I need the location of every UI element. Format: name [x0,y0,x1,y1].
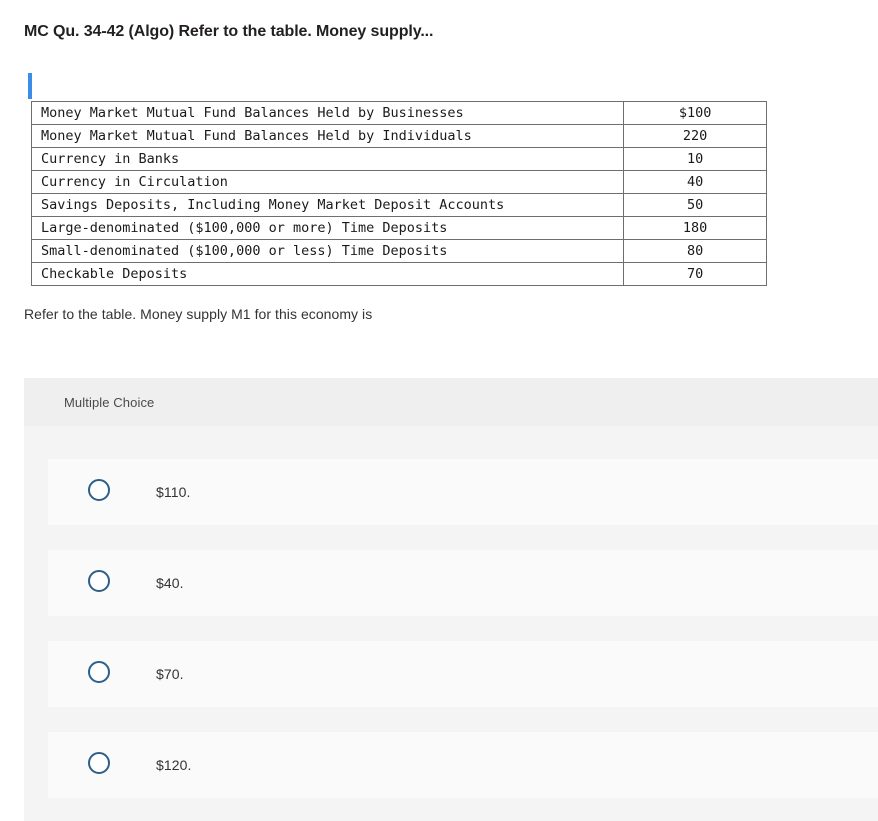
table-cell-label: Money Market Mutual Fund Balances Held b… [30,124,625,148]
answer-panel: Multiple Choice $110. $40. $70. $120. [24,378,878,821]
answer-option-row[interactable]: $70. [48,641,878,707]
answer-option-row[interactable]: $40. [48,550,878,616]
answer-option-row[interactable]: $120. [48,732,878,798]
table-row: Currency in Circulation 40 [30,170,767,194]
table-cell-value: 180 [623,216,767,240]
table-cell-label: Currency in Banks [30,147,625,171]
table-cell-label: Currency in Circulation [30,170,625,194]
table-row: Currency in Banks 10 [30,147,767,171]
answer-option-label: $120. [156,757,192,773]
table-row: Savings Deposits, Including Money Market… [30,193,767,217]
table-row: Checkable Deposits 70 [30,262,767,286]
radio-button-icon[interactable] [88,661,110,683]
radio-button-icon[interactable] [88,570,110,592]
page-title: MC Qu. 34-42 (Algo) Refer to the table. … [24,23,434,40]
table-cell-value: 10 [623,147,767,171]
table-cell-value: 220 [623,124,767,148]
table-cell-label: Savings Deposits, Including Money Market… [30,193,625,217]
table-cell-label: Small-denominated ($100,000 or less) Tim… [30,239,625,263]
radio-button-icon[interactable] [88,479,110,501]
table-cell-value: 40 [623,170,767,194]
table-row: Large-denominated ($100,000 or more) Tim… [30,216,767,240]
table-row: Money Market Mutual Fund Balances Held b… [30,101,767,125]
table-cell-value: 80 [623,239,767,263]
answer-option-label: $70. [156,666,184,682]
table-cell-label: Checkable Deposits [30,262,625,286]
radio-button-icon[interactable] [88,752,110,774]
table-body: Money Market Mutual Fund Balances Held b… [30,101,767,286]
answer-panel-header: Multiple Choice [24,378,878,426]
answer-type-label: Multiple Choice [64,395,155,410]
table-row: Money Market Mutual Fund Balances Held b… [30,124,767,148]
table-row: Small-denominated ($100,000 or less) Tim… [30,239,767,263]
answer-option-label: $110. [156,484,191,500]
table-cell-value: $100 [623,101,767,125]
money-supply-table: Money Market Mutual Fund Balances Held b… [30,101,767,286]
options-list: $110. $40. $70. $120. [48,459,878,821]
table-cell-value: 70 [623,262,767,286]
answer-option-row[interactable]: $110. [48,459,878,525]
question-prompt: Refer to the table. Money supply M1 for … [24,306,373,322]
answer-option-label: $40. [156,575,184,591]
text-caret [28,73,32,99]
table-cell-label: Money Market Mutual Fund Balances Held b… [30,101,625,125]
table-cell-value: 50 [623,193,767,217]
table-cell-label: Large-denominated ($100,000 or more) Tim… [30,216,625,240]
